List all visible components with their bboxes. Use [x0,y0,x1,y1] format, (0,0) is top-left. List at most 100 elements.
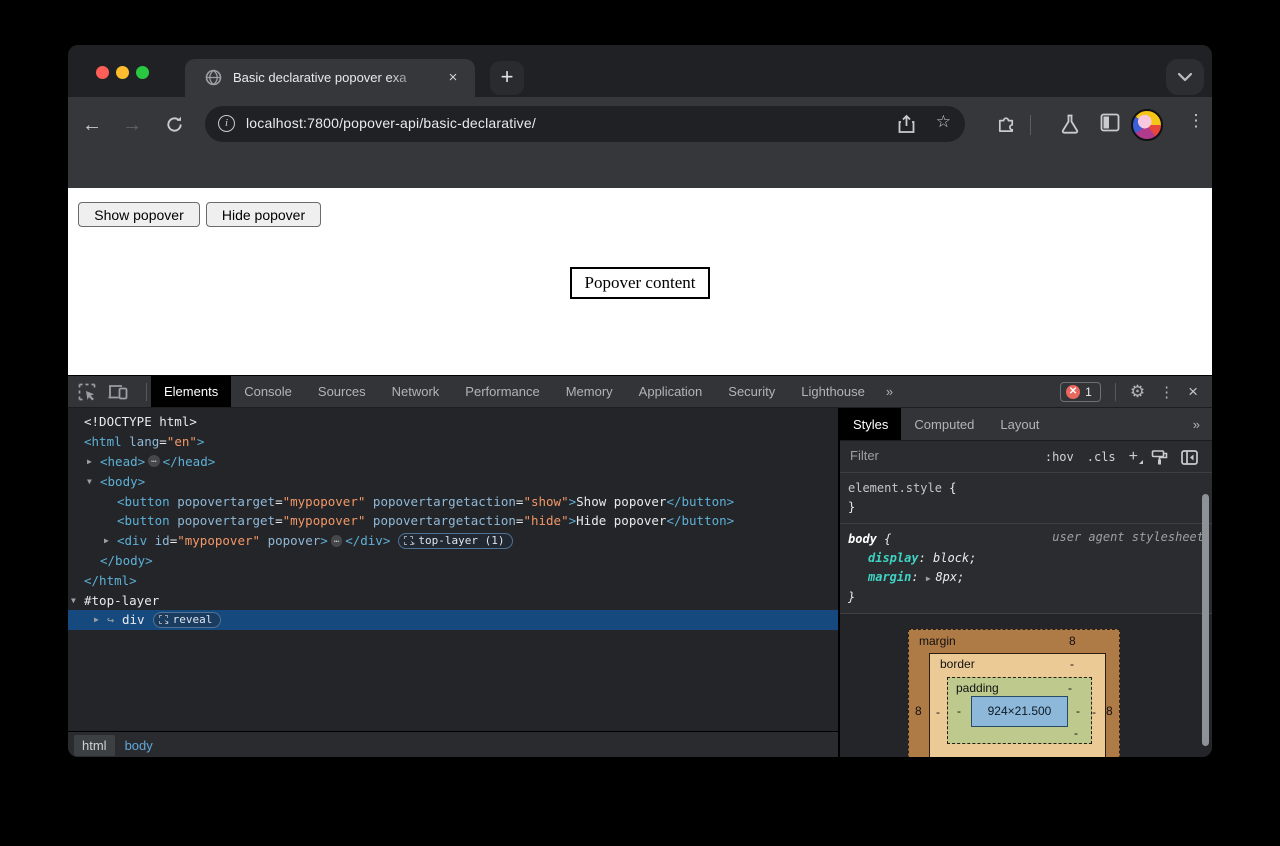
padding-left-value[interactable]: - [957,704,961,718]
dom-tree-row[interactable]: ▼#top-layer [68,590,838,610]
dom-tree-row[interactable]: ▶↪divreveal [68,610,838,630]
dom-tree-row[interactable]: </body> [68,551,838,571]
new-tab-button[interactable]: + [490,61,524,95]
devtools-menu-icon[interactable]: ⋮ [1159,383,1174,401]
expand-ellipsis-icon[interactable]: … [148,455,159,467]
devtools-tab-console[interactable]: Console [231,376,305,407]
pseudo-state-toggle[interactable]: :hov [1045,450,1074,464]
expand-arrow-icon[interactable]: ▶ [87,457,100,466]
devtools-tab-memory[interactable]: Memory [553,376,626,407]
browser-tab[interactable]: Basic declarative popover exa × [185,59,475,97]
new-style-rule-button[interactable]: + [1129,448,1138,466]
rendering-emulation-icon[interactable] [1151,449,1168,466]
css-property-margin[interactable]: margin: ▶ 8px; [848,568,1204,588]
padding-top-value[interactable]: - [1068,681,1072,695]
share-icon[interactable] [898,114,915,134]
dom-code-text: = [159,434,167,449]
devtools-tab-application[interactable]: Application [626,376,716,407]
devtools-tab-sources[interactable]: Sources [305,376,379,407]
side-panel-icon[interactable] [1100,113,1124,137]
sidebar-tab-styles[interactable]: Styles [840,408,901,440]
bookmark-star-icon[interactable]: ☆ [936,112,951,132]
devtools-tab-network[interactable]: Network [379,376,453,407]
extensions-icon[interactable] [996,113,1020,137]
dom-tree-row[interactable]: </html> [68,570,838,590]
dom-code-text: > [569,513,577,528]
expand-arrow-icon[interactable]: ▶ [104,536,117,545]
breadcrumb-body[interactable]: body [117,735,161,756]
dom-code-text: = [275,494,283,509]
dom-tree-row[interactable]: <button popovertarget="mypopover" popove… [68,511,838,531]
padding-bottom-value[interactable]: - [1074,726,1078,740]
forward-button[interactable]: → [120,113,144,137]
sidebar-tab-computed[interactable]: Computed [901,408,987,440]
address-bar[interactable]: i localhost:7800/popover-api/basic-decla… [205,106,965,142]
dom-tree-row[interactable]: ▶<head>…</head> [68,452,838,472]
dom-tree-row[interactable]: ▼<body> [68,471,838,491]
border-top-value[interactable]: - [1070,657,1074,671]
dom-code-text: </button> [666,494,734,509]
device-toolbar-icon[interactable] [108,383,128,400]
browser-toolbar: ← → i localhost:7800/popover-api/basic-d… [68,97,1212,188]
box-model-border[interactable]: border - - - padding - - - - [929,653,1106,757]
dom-code-text: "en" [167,434,197,449]
dom-tree-row[interactable]: <html lang="en"> [68,432,838,452]
dom-tree-row[interactable]: <button popovertarget="mypopover" popove… [68,491,838,511]
settings-gear-icon[interactable]: ⚙ [1130,382,1145,402]
breadcrumb-html[interactable]: html [74,735,115,756]
browser-menu-icon[interactable]: ⋮ [1186,111,1206,131]
profile-avatar[interactable] [1131,109,1163,141]
styles-scrollbar[interactable] [1202,494,1209,746]
reload-button[interactable] [162,113,186,137]
site-info-icon[interactable]: i [218,115,235,132]
element-class-toggle[interactable]: .cls [1087,450,1116,464]
minimize-window-button[interactable] [116,66,129,79]
tab-close-button[interactable]: × [443,68,463,88]
box-model-content[interactable]: 924×21.500 [971,696,1068,727]
devtools-close-icon[interactable]: × [1188,382,1198,402]
dom-code-text: id [155,533,170,548]
padding-right-value[interactable]: - [1076,704,1080,718]
box-model-padding[interactable]: padding - - - - 924×21.500 [947,677,1092,744]
dom-tree-row[interactable]: ▶<div id="mypopover" popover>…</div>top-… [68,531,838,551]
tab-search-button[interactable] [1166,59,1204,95]
inspect-element-icon[interactable] [78,383,96,401]
expand-shorthand-icon[interactable]: ▶ [926,574,936,583]
box-model-margin[interactable]: margin 8 8 8 border - - - padding [908,629,1120,757]
styles-filter-input[interactable]: Filter [850,448,1020,463]
dom-code-text: </head> [163,454,216,469]
close-window-button[interactable] [96,66,109,79]
expand-ellipsis-icon[interactable]: … [331,535,342,547]
dom-tree-row[interactable]: <!DOCTYPE html> [68,412,838,432]
margin-top-value[interactable]: 8 [1069,634,1076,648]
elements-dom-pane: <!DOCTYPE html><html lang="en">▶<head>…<… [68,408,838,757]
dom-code-text [365,494,373,509]
computed-sidebar-toggle-icon[interactable] [1181,450,1198,465]
sidebar-tab-layout[interactable]: Layout [987,408,1052,440]
dom-badge-reveal[interactable]: reveal [153,612,222,628]
hide-popover-button[interactable]: Hide popover [206,202,321,227]
more-panels-chevron[interactable]: » [878,376,901,407]
collapse-arrow-icon[interactable]: ▼ [87,477,100,486]
back-button[interactable]: ← [80,113,104,137]
border-right-value[interactable]: - [1092,705,1096,719]
css-property-display[interactable]: display: block; [848,549,1204,568]
dom-badge-top-layer[interactable]: top-layer (1) [398,533,513,549]
border-left-value[interactable]: - [936,705,940,719]
error-badge[interactable]: ✕ 1 [1060,382,1101,402]
margin-left-value[interactable]: 8 [915,704,922,718]
style-rule-body[interactable]: body {user agent stylesheetdisplay: bloc… [840,524,1212,614]
experiments-flask-icon[interactable] [1060,113,1084,137]
more-sidebar-tabs-chevron[interactable]: » [1187,408,1206,441]
devtools-tab-lighthouse[interactable]: Lighthouse [788,376,878,407]
devtools-tab-security[interactable]: Security [715,376,788,407]
dom-code-text: Hide popover [576,513,666,528]
expand-arrow-icon[interactable]: ▶ [94,615,107,624]
collapse-arrow-icon[interactable]: ▼ [71,596,84,605]
zoom-window-button[interactable] [136,66,149,79]
devtools-tab-elements[interactable]: Elements [151,376,231,407]
margin-right-value[interactable]: 8 [1106,704,1113,718]
show-popover-button[interactable]: Show popover [78,202,200,227]
style-rule-element-style[interactable]: element.style {} [840,473,1212,524]
devtools-tab-performance[interactable]: Performance [452,376,552,407]
